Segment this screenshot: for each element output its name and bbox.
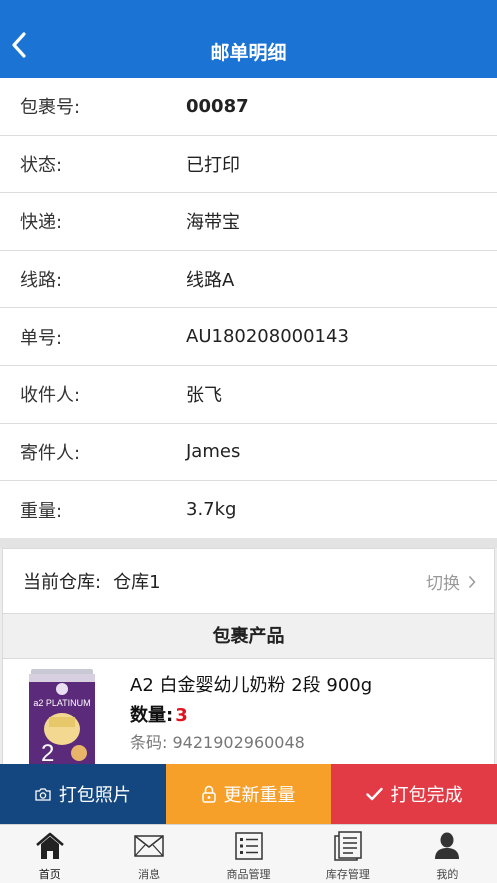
detail-value: 线路A bbox=[186, 270, 235, 292]
chevron-right-icon bbox=[468, 575, 476, 588]
detail-value: AU180208000143 bbox=[186, 326, 349, 348]
tab-messages[interactable]: 消息 bbox=[99, 825, 198, 883]
tab-label: 首页 bbox=[38, 868, 61, 881]
page-title: 邮单明细 bbox=[210, 42, 287, 64]
tab-label: 商品管理 bbox=[226, 868, 271, 881]
tab-label: 库存管理 bbox=[325, 868, 370, 881]
detail-value: 3.7kg bbox=[186, 499, 237, 521]
detail-label: 状态: bbox=[20, 154, 63, 176]
switch-label: 切换 bbox=[426, 574, 460, 594]
warehouse-value: 仓库1 bbox=[113, 572, 161, 593]
svg-text:2: 2 bbox=[41, 740, 54, 764]
detail-label: 快递: bbox=[20, 212, 63, 234]
tab-bar: 首页 消息 商品管理 库存管理 我的 bbox=[0, 824, 497, 883]
detail-row-courier: 快递: 海带宝 bbox=[0, 193, 497, 251]
home-icon bbox=[35, 832, 64, 859]
product-item[interactable]: a2 PLATINUM 2 A2 白金婴幼儿奶粉 2段 900g 数量: 3 条码… bbox=[2, 659, 495, 764]
lock-icon bbox=[201, 785, 216, 803]
detail-label: 收件人: bbox=[20, 385, 81, 407]
detail-row-sender: 寄件人: James bbox=[0, 424, 497, 482]
detail-row-route: 线路: 线路A bbox=[0, 251, 497, 309]
checkmark-icon bbox=[365, 787, 383, 801]
document-icon bbox=[334, 831, 362, 861]
detail-value: James bbox=[186, 441, 241, 463]
update-weight-label: 更新重量 bbox=[223, 785, 296, 806]
detail-label: 包裹号: bbox=[20, 97, 81, 119]
detail-label: 寄件人: bbox=[20, 442, 81, 464]
section-divider bbox=[0, 538, 497, 548]
action-bar: 打包照片 更新重量 打包完成 bbox=[0, 764, 497, 824]
quantity-value: 3 bbox=[175, 705, 188, 726]
update-weight-button[interactable]: 更新重量 bbox=[165, 764, 332, 824]
detail-value: 已打印 bbox=[186, 154, 240, 176]
tab-label: 消息 bbox=[138, 868, 161, 881]
camera-icon bbox=[35, 787, 51, 801]
mail-icon bbox=[134, 835, 164, 857]
products-section-title: 包裹产品 bbox=[2, 614, 495, 659]
detail-value: 张飞 bbox=[186, 385, 222, 407]
switch-warehouse-button[interactable]: 切换 bbox=[426, 569, 476, 594]
pack-photo-label: 打包照片 bbox=[58, 785, 131, 806]
pack-complete-button[interactable]: 打包完成 bbox=[331, 764, 497, 824]
detail-value: 00087 bbox=[186, 95, 249, 117]
warehouse-row: 当前仓库: 仓库1 切换 bbox=[2, 548, 495, 614]
tab-label: 我的 bbox=[436, 868, 459, 881]
quantity-label: 数量: bbox=[130, 705, 174, 726]
barcode-value: 9421902960048 bbox=[172, 733, 305, 752]
product-image: a2 PLATINUM 2 bbox=[29, 669, 95, 764]
detail-row-recipient: 收件人: 张飞 bbox=[0, 366, 497, 424]
tab-profile[interactable]: 我的 bbox=[398, 825, 497, 883]
detail-label: 线路: bbox=[20, 270, 63, 292]
product-barcode: 条码: 9421902960048 bbox=[130, 729, 305, 753]
tab-product-management[interactable]: 商品管理 bbox=[199, 825, 298, 883]
user-icon bbox=[435, 832, 460, 859]
detail-value: 海带宝 bbox=[186, 212, 240, 234]
svg-text:a2 PLATINUM: a2 PLATINUM bbox=[33, 698, 90, 708]
product-quantity: 数量: 3 bbox=[130, 701, 188, 727]
pack-complete-label: 打包完成 bbox=[390, 785, 463, 806]
detail-row-weight: 重量: 3.7kg bbox=[0, 481, 497, 539]
detail-row-package-number: 包裹号: 00087 bbox=[0, 78, 497, 136]
nav-bar: 邮单明细 bbox=[0, 0, 497, 78]
detail-list: 包裹号: 00087 状态: 已打印 快递: 海带宝 线路: 线路A 单号: A… bbox=[0, 78, 497, 539]
detail-label: 重量: bbox=[20, 500, 63, 522]
tab-inventory-management[interactable]: 库存管理 bbox=[298, 825, 397, 883]
pack-photo-button[interactable]: 打包照片 bbox=[0, 764, 166, 824]
product-name: A2 白金婴幼儿奶粉 2段 900g bbox=[130, 675, 373, 696]
list-icon bbox=[234, 832, 263, 860]
tab-home[interactable]: 首页 bbox=[0, 825, 99, 883]
warehouse-label: 当前仓库: bbox=[23, 572, 102, 593]
barcode-label: 条码: bbox=[130, 733, 168, 752]
detail-row-status: 状态: 已打印 bbox=[0, 136, 497, 194]
detail-row-tracking-number: 单号: AU180208000143 bbox=[0, 308, 497, 366]
detail-label: 单号: bbox=[20, 327, 63, 349]
